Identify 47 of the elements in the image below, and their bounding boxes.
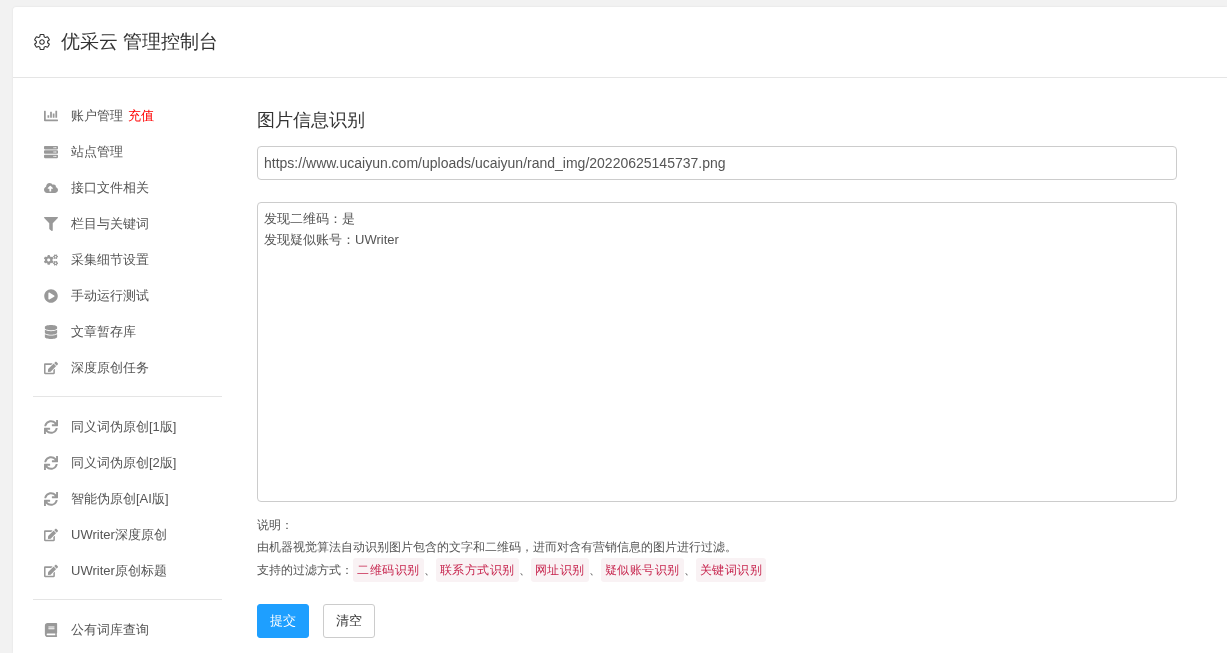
- cloud-upload-icon: [44, 181, 58, 195]
- sidebar-item[interactable]: 采集细节设置: [33, 242, 222, 278]
- server-icon: [44, 145, 58, 159]
- refresh-icon: [44, 492, 58, 506]
- clear-button[interactable]: 清空: [323, 604, 375, 638]
- sidebar-item[interactable]: UWriter原创标题: [33, 553, 222, 589]
- note-heading: 说明：: [257, 517, 294, 534]
- play-icon: [44, 289, 58, 303]
- sidebar-item[interactable]: UWriter深度原创: [33, 517, 222, 553]
- sidebar-item[interactable]: 公有词库查询: [33, 612, 222, 648]
- sidebar-item[interactable]: 账户管理 充值: [33, 98, 222, 134]
- url-field[interactable]: https://www.ucaiyun.com/uploads/ucaiyun/rand_img/20220625145737.png: [257, 146, 1177, 180]
- separator-text: 、: [683, 562, 696, 579]
- edit-icon: [44, 528, 58, 542]
- separator-text: 、: [423, 562, 436, 579]
- sidebar-item[interactable]: 文章暂存库: [33, 314, 222, 350]
- edit-icon: [44, 361, 58, 375]
- separator-text: 、: [518, 562, 531, 579]
- sidebar-item[interactable]: 深度原创任务: [33, 350, 222, 386]
- bar-chart-icon: [44, 109, 58, 123]
- separator-text: 、: [588, 562, 601, 579]
- edit-icon: [44, 564, 58, 578]
- book-icon: [44, 623, 58, 637]
- sidebar-item[interactable]: 站点管理: [33, 134, 222, 170]
- recharge-link[interactable]: 充值: [128, 107, 154, 125]
- sidebar-item[interactable]: 栏目与关键词: [33, 206, 222, 242]
- sidebar-item[interactable]: 手动运行测试: [33, 278, 222, 314]
- result-field[interactable]: 发现二维码：是 发现疑似账号：UWriter: [257, 202, 1177, 502]
- sidebar-item[interactable]: 同义词伪原创[1版]: [33, 409, 222, 445]
- filter-icon: [44, 217, 58, 231]
- filter-method-tag: 网址识别: [530, 558, 589, 582]
- sidebar-item[interactable]: 智能伪原创[AI版]: [33, 481, 222, 517]
- database-icon: [44, 325, 58, 339]
- filter-method-tag: 疑似账号识别: [600, 558, 684, 582]
- sidebar-item[interactable]: 接口文件相关: [33, 170, 222, 206]
- refresh-icon: [44, 456, 58, 470]
- filter-method-tag: 二维码识别: [353, 558, 424, 582]
- description-text: 由机器视觉算法自动识别图片包含的文字和二维码，进而对含有营销信息的图片进行过滤。: [257, 539, 738, 556]
- filter-method-tag: 联系方式识别: [435, 558, 519, 582]
- sidebar-item[interactable]: 同义词伪原创[2版]: [33, 445, 222, 481]
- filter-method-tag: 关键词识别: [695, 558, 766, 582]
- console-title: 优采云 管理控制台: [61, 30, 219, 54]
- refresh-icon: [44, 420, 58, 434]
- section-title: 图片信息识别: [257, 109, 366, 132]
- settings-icon: [33, 33, 51, 51]
- methods-label: 支持的过滤方式：: [257, 562, 353, 579]
- gears-icon: [44, 253, 58, 267]
